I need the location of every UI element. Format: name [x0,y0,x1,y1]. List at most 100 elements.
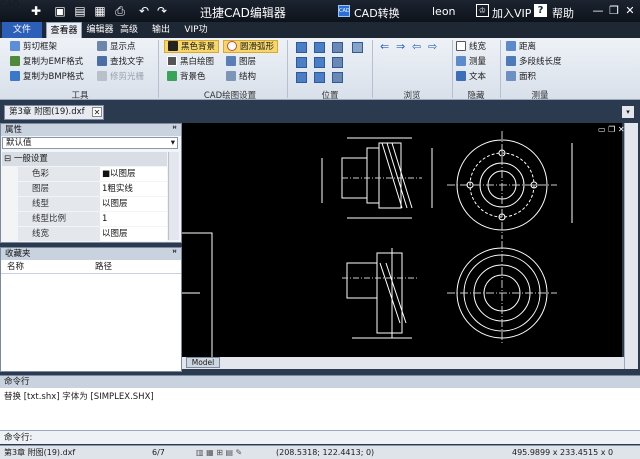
polyline-length-button[interactable]: 多段线长度 [506,56,562,69]
polyline-length-icon [506,56,516,66]
browse-next-icon[interactable]: ⇒ [396,40,405,53]
line-width-toggle[interactable]: 线宽 [456,41,486,54]
canvas-window-controls-icon[interactable]: ▭ ❐ ✕ [598,125,625,134]
app-logo-icon: CAD [0,0,20,10]
background-color-button[interactable]: 背景色 [167,71,206,84]
prop-value[interactable]: 以图层 [100,197,167,211]
tab-vip[interactable]: VIP功能 [180,22,212,51]
document-tab-close-icon[interactable]: ✕ [92,107,102,117]
help-icon[interactable]: ? [534,4,547,17]
zoom-icon[interactable] [332,42,343,53]
fit-icon[interactable] [314,57,325,68]
black-white-drawing-button[interactable]: 黑白绘图 [167,56,214,69]
browse-prev-icon[interactable]: ⇦ [412,40,421,53]
prop-name: 图层 [18,182,100,196]
tab-advanced[interactable]: 高级 [118,22,140,38]
structure-icon [226,71,236,81]
horizontal-scrollbar[interactable] [182,357,624,369]
zoom-window-icon[interactable] [296,42,307,53]
prop-value[interactable]: ■以图层 [100,167,167,181]
black-white-icon [167,56,177,66]
distance-button[interactable]: 距离 [506,41,536,54]
layers-button[interactable]: 图层 [226,56,256,69]
redo-icon[interactable]: ↷ [154,3,170,19]
status-cursor-coords: (208.5318; 122.4413; 0) [276,448,375,457]
properties-title: 属性 ꟸ [1,124,181,136]
status-bar: 第3章 附图(19).dxf 6/7 ▥ ▦ ⊞ ▤ ✎ (208.5318; … [0,445,640,459]
clip-frame-button[interactable]: 剪切框架 [10,41,57,54]
save-as-icon[interactable]: ▦ [92,3,108,19]
vip-icon[interactable]: ♔ [476,4,489,17]
undo-icon[interactable]: ↶ [136,3,152,19]
command-prompt-label: 命令行: [4,433,33,443]
tab-list-icon[interactable]: ▾ [622,106,634,118]
show-points-button[interactable]: 显示点 [97,41,136,54]
tab-output[interactable]: 输出 [150,22,172,38]
tab-viewer[interactable]: 查看器 [46,22,82,38]
status-drawing-size: 495.9899 x 233.4515 x 0 [512,448,614,457]
user-name[interactable]: leon [432,5,456,18]
column-path[interactable]: 路径 [95,260,112,274]
cad-convert-button[interactable]: CAD转换 [354,5,400,21]
prop-value[interactable]: 以图层 [100,227,167,241]
group-label-position: 位置 [321,91,339,101]
pan-icon[interactable] [296,57,307,68]
view-3d-icon[interactable] [314,72,325,83]
tab-editor[interactable]: 编辑器 [84,22,116,38]
show-points-icon [97,41,107,51]
model-tab[interactable]: Model [186,357,220,368]
layers-icon [226,56,236,66]
copy-emf-button[interactable]: 复制为EMF格式 [10,56,83,69]
browse-first-icon[interactable]: ⇐ [380,40,389,53]
close-icon[interactable]: ✕ [622,3,638,18]
join-vip-button[interactable]: 加入VIP [492,5,531,21]
minimize-icon[interactable]: — [590,3,606,18]
drawing-canvas[interactable] [182,123,622,369]
ribbon-separator [372,40,373,98]
zoom-extents-icon[interactable] [314,42,325,53]
black-background-button[interactable]: 黑色背景 [164,40,220,53]
group-label-browse: 浏览 [403,91,421,101]
prop-name: 线宽 [18,227,100,241]
properties-scrollbar[interactable] [168,152,179,240]
cad-drawing [182,131,573,369]
group-label-hide: 隐藏 [467,91,485,101]
prop-name: 色彩 [18,167,100,181]
group-label-tools: 工具 [71,91,89,101]
app-title: 迅捷CAD编辑器 [200,6,286,20]
maximize-icon[interactable]: ❐ [606,3,622,18]
measure-toggle[interactable]: 测量 [456,56,486,69]
smooth-arc-button[interactable]: 圆滑弧形 [223,40,279,53]
rotate-icon[interactable] [296,72,307,83]
help-button[interactable]: 帮助 [552,5,574,21]
command-input-row[interactable]: 命令行: [0,430,640,444]
print-icon[interactable]: ⎙ [112,3,128,19]
open-file-icon[interactable]: ▣ [52,3,68,19]
snap-tools-icon[interactable]: ▥ ▦ ⊞ ▤ ✎ [196,446,242,459]
save-icon[interactable]: ▤ [72,3,88,19]
pin-icon[interactable]: ꟸ [172,248,177,260]
prop-value[interactable]: 1粗实线 [100,182,167,196]
browse-last-icon[interactable]: ⇨ [428,40,437,53]
structure-button[interactable]: 结构 [226,71,256,84]
area-button[interactable]: 面积 [506,71,536,84]
column-name[interactable]: 名称 [7,260,24,274]
properties-section[interactable]: ⊟ 一般设置 [2,152,167,166]
copy-bmp-button[interactable]: 复制为BMP格式 [10,71,84,84]
find-text-icon [97,56,107,66]
zoom-in-icon[interactable] [332,57,343,68]
zoom-dropdown-icon[interactable] [352,42,363,53]
ribbon-separator [500,40,501,98]
tab-file[interactable]: 文件 [2,22,42,38]
pin-icon[interactable]: ꟸ [172,124,177,136]
cad-convert-icon[interactable]: CAD [338,5,350,17]
new-file-icon[interactable]: ✚ [28,3,44,19]
vertical-scrollbar[interactable] [624,123,638,369]
zoom-out-icon[interactable] [332,72,343,83]
prop-value[interactable]: 1 [100,212,167,226]
text-toggle[interactable]: 文本 [456,71,486,84]
document-tab[interactable]: 第3章 附图(19).dxf [4,105,104,120]
trim-raster-button[interactable]: 修剪光栅 [97,71,144,84]
find-text-button[interactable]: 查找文字 [97,56,144,69]
properties-combo[interactable]: 默认值 ▾ [2,137,178,149]
